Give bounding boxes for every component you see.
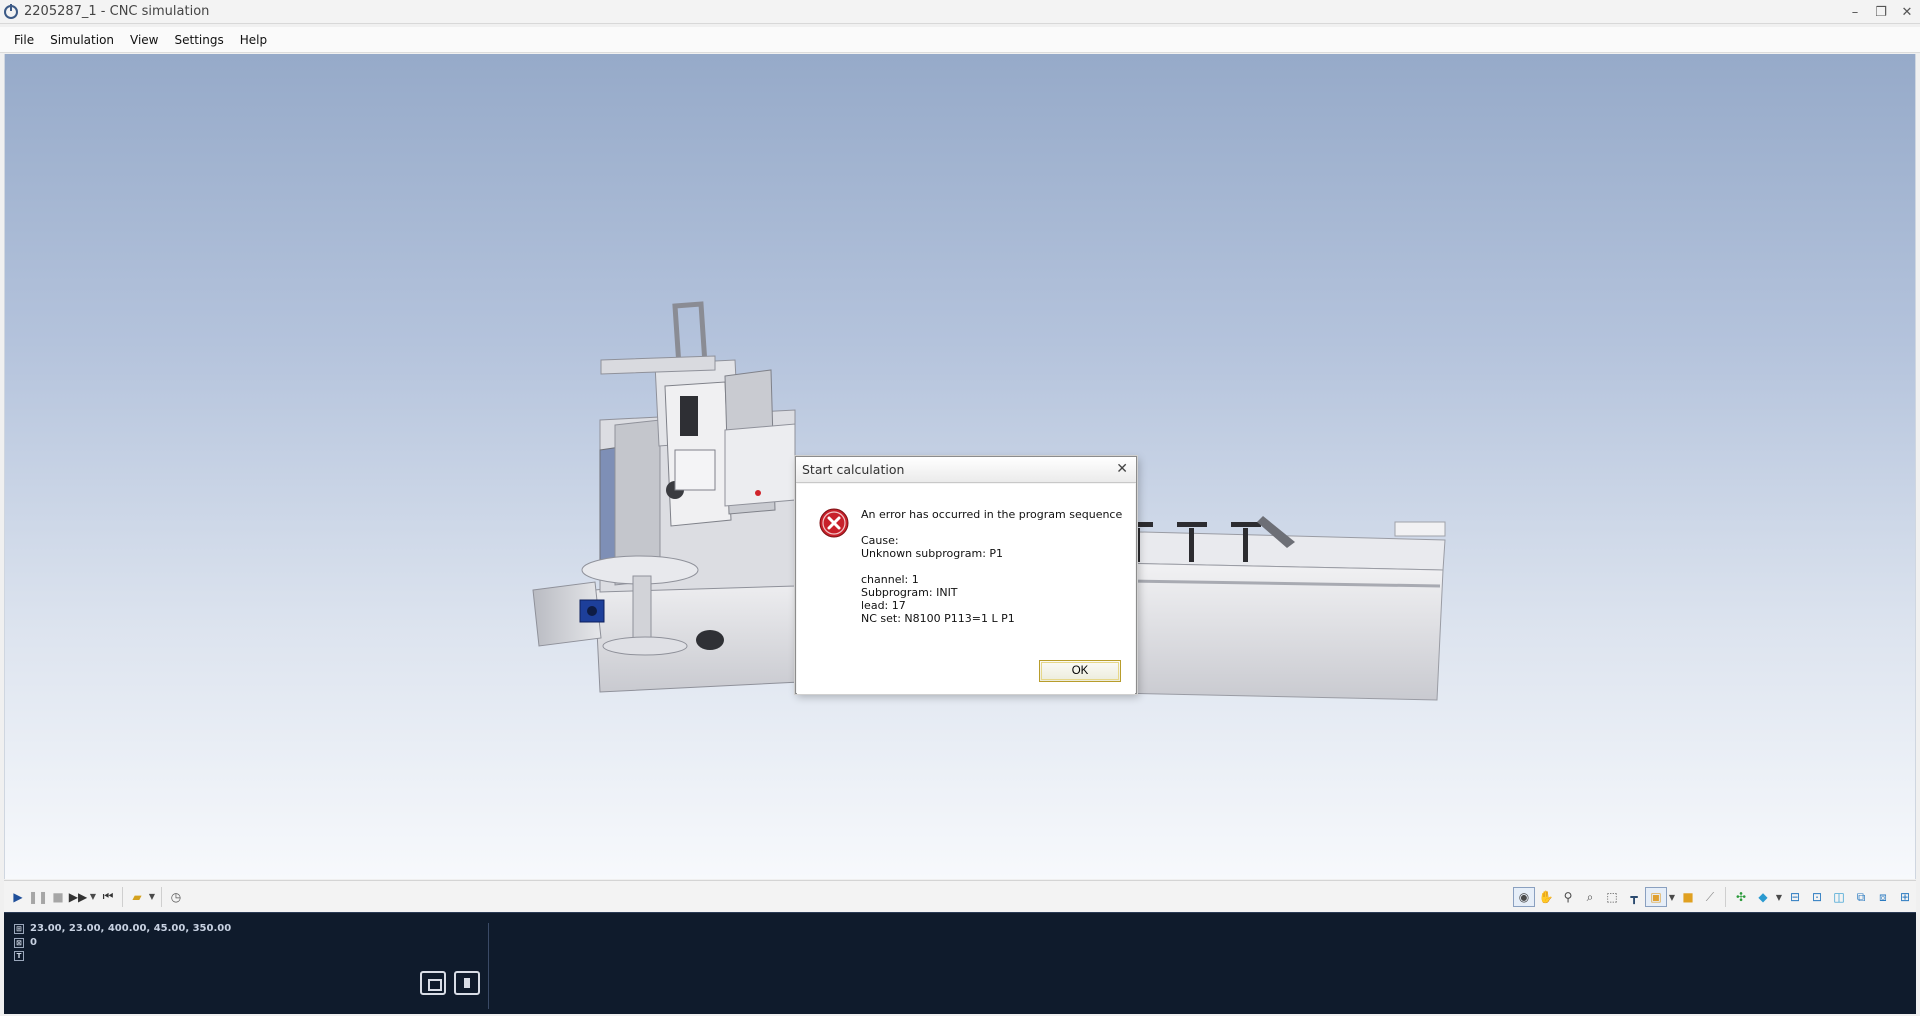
front-view-icon[interactable]: ⊟: [1784, 887, 1806, 907]
window-controls: – ❐ ✕: [1842, 0, 1920, 24]
toolbar-separator: [1725, 887, 1726, 907]
side-view-icon[interactable]: ◫: [1828, 887, 1850, 907]
select-icon[interactable]: ⬚: [1601, 887, 1623, 907]
start-calculation-dialog: Start calculation ✕ An error has occurre…: [795, 456, 1137, 694]
top-view-icon[interactable]: ⊡: [1806, 887, 1828, 907]
tool-row: T: [14, 951, 30, 961]
export-icon[interactable]: [420, 971, 446, 995]
fast-forward-icon[interactable]: ▶▶: [68, 887, 88, 907]
menu-simulation[interactable]: Simulation: [42, 33, 122, 47]
error-icon: [819, 508, 849, 538]
cause-label: Cause:: [861, 534, 899, 547]
status-panel: ⊞ 23.00, 23.00, 400.00, 45.00, 350.00 ⊠ …: [4, 912, 1916, 1014]
nc-set-text: NC set: N8100 P113=1 L P1: [861, 612, 1015, 625]
cause-text: Unknown subprogram: P1: [861, 547, 1004, 560]
pan-hand-icon[interactable]: ✋: [1535, 887, 1557, 907]
chip-icon[interactable]: [454, 971, 480, 995]
position-icon: ⊞: [14, 923, 24, 934]
camera-icon[interactable]: ◉: [1513, 887, 1535, 907]
zoom-fit-icon[interactable]: ⌕: [1579, 887, 1601, 907]
play-icon[interactable]: ▶: [8, 887, 28, 907]
iso-view-icon[interactable]: ◆: [1752, 887, 1774, 907]
back-view-icon[interactable]: ⧈: [1872, 887, 1894, 907]
power-icon: [4, 3, 18, 19]
axes-icon[interactable]: ✣: [1730, 887, 1752, 907]
measure-icon[interactable]: ⟋: [1699, 887, 1721, 907]
open-folder-icon[interactable]: ▰: [127, 887, 147, 907]
dropdown-icon[interactable]: ▼: [88, 887, 98, 907]
menu-file[interactable]: File: [6, 33, 42, 47]
feed-icon: ⊠: [14, 937, 24, 948]
status-value: 0: [30, 937, 37, 948]
value-row: ⊠ 0: [14, 937, 37, 948]
toolbar-separator: [122, 886, 123, 907]
error-headline: An error has occurred in the program seq…: [861, 508, 1123, 521]
tool-icon[interactable]: ┳: [1623, 887, 1645, 907]
right-view-icon[interactable]: ⧉: [1850, 887, 1872, 907]
view-toolbar: ◉ ✋ ⚲ ⌕ ⬚ ┳ ▣ ▼ ■ ⟋ ✣ ◆ ▼ ⊟ ⊡ ◫ ⧉ ⧈ ⊞: [1513, 887, 1916, 907]
dropdown-icon[interactable]: ▼: [1667, 887, 1677, 907]
menu-settings[interactable]: Settings: [167, 33, 232, 47]
dialog-body: An error has occurred in the program seq…: [797, 484, 1135, 694]
dialog-title: Start calculation: [802, 462, 905, 477]
pause-icon[interactable]: ❚❚: [28, 887, 48, 907]
dialog-titlebar: Start calculation ✕: [796, 457, 1136, 483]
dialog-close-icon[interactable]: ✕: [1116, 461, 1128, 477]
clock-icon[interactable]: ◷: [166, 887, 186, 907]
error-message: An error has occurred in the program seq…: [861, 508, 1122, 625]
close-button[interactable]: ✕: [1894, 0, 1920, 24]
dropdown-icon[interactable]: ▼: [1774, 887, 1784, 907]
window-title: 2205287_1 - CNC simulation: [24, 4, 210, 19]
cube-icon[interactable]: ■: [1677, 887, 1699, 907]
tool-t-icon: T: [14, 951, 24, 961]
coordinates-value: 23.00, 23.00, 400.00, 45.00, 350.00: [30, 923, 232, 934]
ok-button[interactable]: OK: [1039, 660, 1121, 682]
subprogram-text: Subprogram: INIT: [861, 586, 958, 599]
panel-icons: [420, 971, 480, 995]
coordinates-row: ⊞ 23.00, 23.00, 400.00, 45.00, 350.00: [14, 923, 231, 934]
channel-text: channel: 1: [861, 573, 919, 586]
lead-text: lead: 17: [861, 599, 906, 612]
bottom-view-icon[interactable]: ⊞: [1894, 887, 1916, 907]
maximize-button[interactable]: ❐: [1868, 0, 1894, 24]
3d-viewport[interactable]: Start calculation ✕ An error has occurre…: [4, 54, 1916, 879]
menu-view[interactable]: View: [122, 33, 166, 47]
dropdown-icon[interactable]: ▼: [147, 887, 157, 907]
menu-bar: File Simulation View Settings Help: [0, 27, 1920, 53]
menu-help[interactable]: Help: [232, 33, 275, 47]
view-material-icon[interactable]: ▣: [1645, 887, 1667, 907]
title-bar: 2205287_1 - CNC simulation – ❐ ✕: [0, 0, 1920, 24]
panel-divider: [488, 923, 489, 1009]
simulation-toolbar: ▶ ❚❚ ■ ▶▶ ▼ ⏮ ▰ ▼ ◷ ◉ ✋ ⚲ ⌕ ⬚ ┳ ▣ ▼ ■ ⟋ …: [4, 880, 1916, 912]
stop-icon[interactable]: ■: [48, 887, 68, 907]
rewind-start-icon[interactable]: ⏮: [98, 887, 118, 907]
minimize-button[interactable]: –: [1842, 0, 1868, 24]
zoom-icon[interactable]: ⚲: [1557, 887, 1579, 907]
toolbar-separator: [161, 886, 162, 907]
